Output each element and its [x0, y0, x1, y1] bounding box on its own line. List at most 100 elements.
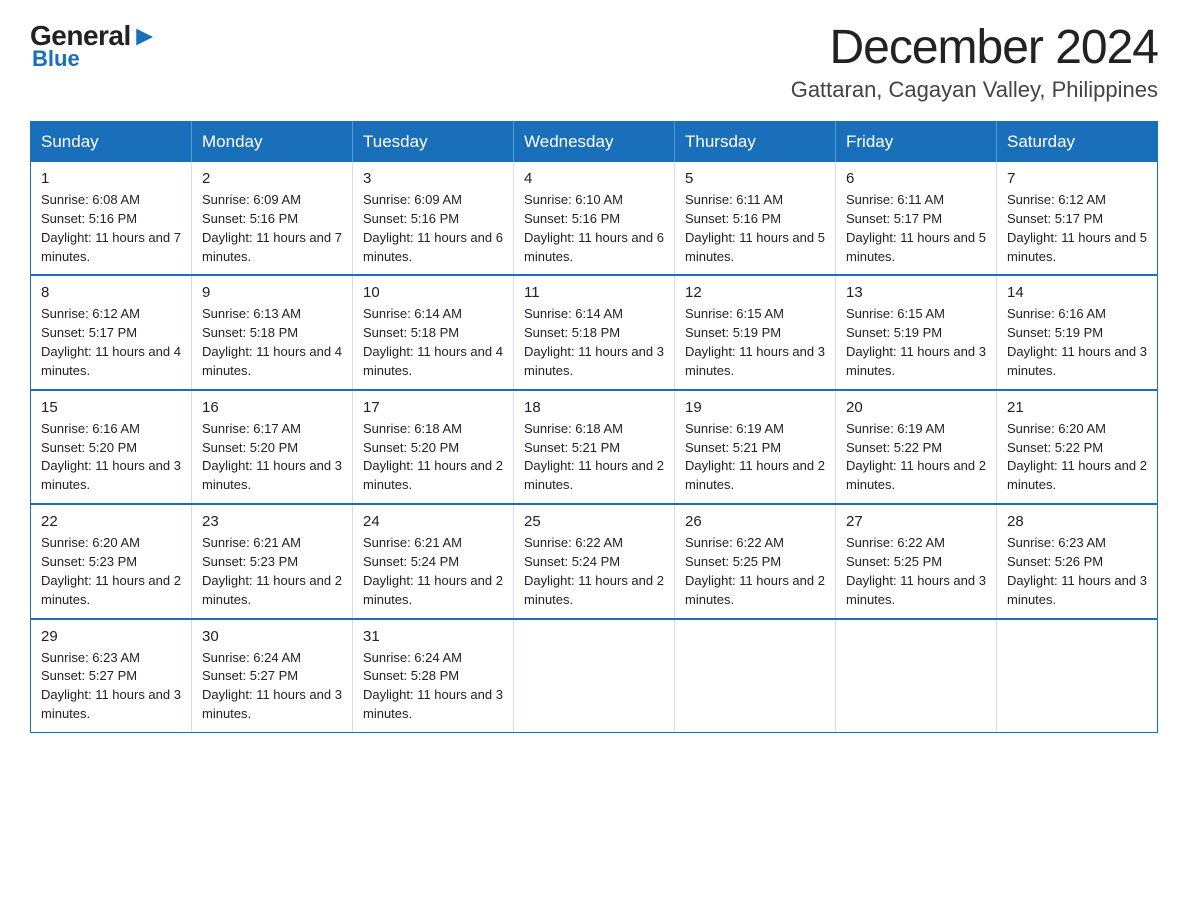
calendar-cell — [997, 619, 1158, 733]
calendar-cell: 6 Sunrise: 6:11 AM Sunset: 5:17 PM Dayli… — [836, 162, 997, 275]
day-number: 18 — [524, 399, 664, 416]
calendar-cell: 24 Sunrise: 6:21 AM Sunset: 5:24 PM Dayl… — [353, 504, 514, 618]
day-info: Sunrise: 6:20 AM Sunset: 5:22 PM Dayligh… — [1007, 420, 1147, 495]
day-number: 26 — [685, 513, 825, 530]
calendar-week-row: 15 Sunrise: 6:16 AM Sunset: 5:20 PM Dayl… — [31, 390, 1158, 504]
day-number: 23 — [202, 513, 342, 530]
calendar-cell: 15 Sunrise: 6:16 AM Sunset: 5:20 PM Dayl… — [31, 390, 192, 504]
day-info: Sunrise: 6:10 AM Sunset: 5:16 PM Dayligh… — [524, 191, 664, 266]
calendar-cell: 22 Sunrise: 6:20 AM Sunset: 5:23 PM Dayl… — [31, 504, 192, 618]
day-info: Sunrise: 6:09 AM Sunset: 5:16 PM Dayligh… — [202, 191, 342, 266]
calendar-header-row: SundayMondayTuesdayWednesdayThursdayFrid… — [31, 122, 1158, 163]
calendar-day-header: Thursday — [675, 122, 836, 163]
calendar-day-header: Saturday — [997, 122, 1158, 163]
day-number: 24 — [363, 513, 503, 530]
calendar-cell: 26 Sunrise: 6:22 AM Sunset: 5:25 PM Dayl… — [675, 504, 836, 618]
day-info: Sunrise: 6:24 AM Sunset: 5:27 PM Dayligh… — [202, 649, 342, 724]
day-number: 8 — [41, 284, 181, 301]
calendar-cell: 29 Sunrise: 6:23 AM Sunset: 5:27 PM Dayl… — [31, 619, 192, 733]
day-info: Sunrise: 6:23 AM Sunset: 5:26 PM Dayligh… — [1007, 534, 1147, 609]
subtitle: Gattaran, Cagayan Valley, Philippines — [791, 77, 1158, 103]
logo-blue-text: Blue — [32, 46, 80, 72]
day-info: Sunrise: 6:12 AM Sunset: 5:17 PM Dayligh… — [41, 305, 181, 380]
calendar-day-header: Sunday — [31, 122, 192, 163]
logo: General► Blue — [30, 20, 158, 72]
day-info: Sunrise: 6:15 AM Sunset: 5:19 PM Dayligh… — [685, 305, 825, 380]
calendar-cell: 3 Sunrise: 6:09 AM Sunset: 5:16 PM Dayli… — [353, 162, 514, 275]
day-info: Sunrise: 6:12 AM Sunset: 5:17 PM Dayligh… — [1007, 191, 1147, 266]
calendar-cell — [514, 619, 675, 733]
day-number: 3 — [363, 170, 503, 187]
calendar-cell: 19 Sunrise: 6:19 AM Sunset: 5:21 PM Dayl… — [675, 390, 836, 504]
calendar-cell: 16 Sunrise: 6:17 AM Sunset: 5:20 PM Dayl… — [192, 390, 353, 504]
day-number: 15 — [41, 399, 181, 416]
day-info: Sunrise: 6:11 AM Sunset: 5:16 PM Dayligh… — [685, 191, 825, 266]
day-number: 1 — [41, 170, 181, 187]
day-number: 28 — [1007, 513, 1147, 530]
day-info: Sunrise: 6:09 AM Sunset: 5:16 PM Dayligh… — [363, 191, 503, 266]
calendar-week-row: 1 Sunrise: 6:08 AM Sunset: 5:16 PM Dayli… — [31, 162, 1158, 275]
calendar-cell: 7 Sunrise: 6:12 AM Sunset: 5:17 PM Dayli… — [997, 162, 1158, 275]
day-number: 7 — [1007, 170, 1147, 187]
day-info: Sunrise: 6:14 AM Sunset: 5:18 PM Dayligh… — [363, 305, 503, 380]
calendar-cell: 20 Sunrise: 6:19 AM Sunset: 5:22 PM Dayl… — [836, 390, 997, 504]
day-info: Sunrise: 6:22 AM Sunset: 5:25 PM Dayligh… — [846, 534, 986, 609]
day-number: 25 — [524, 513, 664, 530]
calendar-cell: 11 Sunrise: 6:14 AM Sunset: 5:18 PM Dayl… — [514, 275, 675, 389]
day-info: Sunrise: 6:23 AM Sunset: 5:27 PM Dayligh… — [41, 649, 181, 724]
day-number: 4 — [524, 170, 664, 187]
calendar-cell: 25 Sunrise: 6:22 AM Sunset: 5:24 PM Dayl… — [514, 504, 675, 618]
calendar-cell: 23 Sunrise: 6:21 AM Sunset: 5:23 PM Dayl… — [192, 504, 353, 618]
day-number: 21 — [1007, 399, 1147, 416]
calendar-cell: 17 Sunrise: 6:18 AM Sunset: 5:20 PM Dayl… — [353, 390, 514, 504]
calendar-cell: 14 Sunrise: 6:16 AM Sunset: 5:19 PM Dayl… — [997, 275, 1158, 389]
calendar-cell: 27 Sunrise: 6:22 AM Sunset: 5:25 PM Dayl… — [836, 504, 997, 618]
day-info: Sunrise: 6:19 AM Sunset: 5:21 PM Dayligh… — [685, 420, 825, 495]
calendar-week-row: 8 Sunrise: 6:12 AM Sunset: 5:17 PM Dayli… — [31, 275, 1158, 389]
day-number: 5 — [685, 170, 825, 187]
page-header: General► Blue December 2024 Gattaran, Ca… — [30, 20, 1158, 103]
day-number: 16 — [202, 399, 342, 416]
calendar-cell: 8 Sunrise: 6:12 AM Sunset: 5:17 PM Dayli… — [31, 275, 192, 389]
day-number: 11 — [524, 284, 664, 301]
day-number: 6 — [846, 170, 986, 187]
calendar-cell: 30 Sunrise: 6:24 AM Sunset: 5:27 PM Dayl… — [192, 619, 353, 733]
day-info: Sunrise: 6:08 AM Sunset: 5:16 PM Dayligh… — [41, 191, 181, 266]
calendar-day-header: Friday — [836, 122, 997, 163]
day-info: Sunrise: 6:13 AM Sunset: 5:18 PM Dayligh… — [202, 305, 342, 380]
calendar-cell: 4 Sunrise: 6:10 AM Sunset: 5:16 PM Dayli… — [514, 162, 675, 275]
day-number: 14 — [1007, 284, 1147, 301]
day-number: 12 — [685, 284, 825, 301]
calendar-cell: 9 Sunrise: 6:13 AM Sunset: 5:18 PM Dayli… — [192, 275, 353, 389]
calendar-cell: 31 Sunrise: 6:24 AM Sunset: 5:28 PM Dayl… — [353, 619, 514, 733]
day-number: 10 — [363, 284, 503, 301]
calendar-cell — [675, 619, 836, 733]
day-info: Sunrise: 6:19 AM Sunset: 5:22 PM Dayligh… — [846, 420, 986, 495]
title-block: December 2024 Gattaran, Cagayan Valley, … — [791, 20, 1158, 103]
calendar-day-header: Wednesday — [514, 122, 675, 163]
day-info: Sunrise: 6:18 AM Sunset: 5:20 PM Dayligh… — [363, 420, 503, 495]
day-number: 30 — [202, 628, 342, 645]
calendar-table: SundayMondayTuesdayWednesdayThursdayFrid… — [30, 121, 1158, 733]
calendar-day-header: Monday — [192, 122, 353, 163]
day-number: 2 — [202, 170, 342, 187]
day-info: Sunrise: 6:22 AM Sunset: 5:25 PM Dayligh… — [685, 534, 825, 609]
day-number: 31 — [363, 628, 503, 645]
calendar-cell: 10 Sunrise: 6:14 AM Sunset: 5:18 PM Dayl… — [353, 275, 514, 389]
calendar-week-row: 22 Sunrise: 6:20 AM Sunset: 5:23 PM Dayl… — [31, 504, 1158, 618]
calendar-day-header: Tuesday — [353, 122, 514, 163]
day-info: Sunrise: 6:14 AM Sunset: 5:18 PM Dayligh… — [524, 305, 664, 380]
day-number: 17 — [363, 399, 503, 416]
day-number: 27 — [846, 513, 986, 530]
day-number: 9 — [202, 284, 342, 301]
day-info: Sunrise: 6:16 AM Sunset: 5:20 PM Dayligh… — [41, 420, 181, 495]
day-info: Sunrise: 6:15 AM Sunset: 5:19 PM Dayligh… — [846, 305, 986, 380]
calendar-cell: 12 Sunrise: 6:15 AM Sunset: 5:19 PM Dayl… — [675, 275, 836, 389]
day-number: 29 — [41, 628, 181, 645]
calendar-cell: 1 Sunrise: 6:08 AM Sunset: 5:16 PM Dayli… — [31, 162, 192, 275]
day-number: 13 — [846, 284, 986, 301]
calendar-cell: 18 Sunrise: 6:18 AM Sunset: 5:21 PM Dayl… — [514, 390, 675, 504]
calendar-week-row: 29 Sunrise: 6:23 AM Sunset: 5:27 PM Dayl… — [31, 619, 1158, 733]
calendar-cell — [836, 619, 997, 733]
day-info: Sunrise: 6:20 AM Sunset: 5:23 PM Dayligh… — [41, 534, 181, 609]
